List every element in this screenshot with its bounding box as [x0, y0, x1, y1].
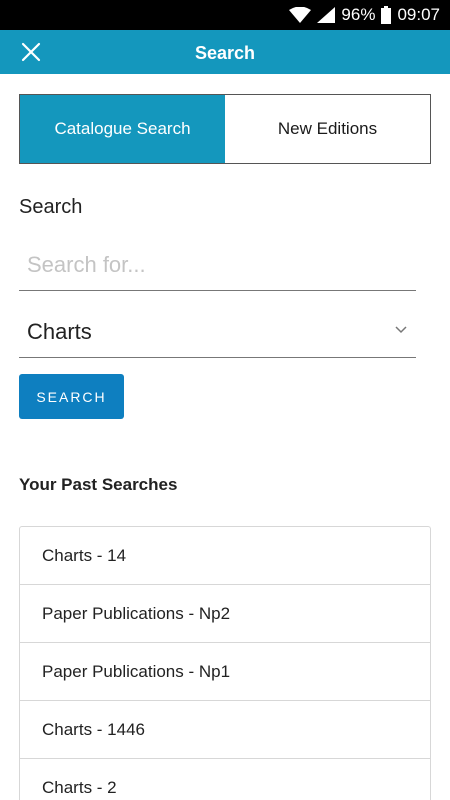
list-item[interactable]: Charts - 1446	[20, 701, 430, 759]
list-item[interactable]: Charts - 14	[20, 527, 430, 585]
wifi-icon	[289, 7, 312, 23]
past-searches-title: Your Past Searches	[19, 475, 178, 494]
category-select[interactable]: Charts	[19, 305, 416, 358]
tab-catalogue-search[interactable]: Catalogue Search	[20, 95, 225, 163]
past-searches-list: Charts - 14 Paper Publications - Np2 Pap…	[19, 526, 431, 800]
status-bar: 96% 09:07	[0, 0, 450, 30]
chevron-down-icon	[394, 322, 408, 334]
search-label: Search	[19, 196, 83, 218]
search-mode-tabs: Catalogue Search New Editions	[19, 94, 431, 164]
app-bar: Search	[0, 30, 450, 74]
signal-icon	[317, 7, 336, 23]
search-button[interactable]: SEARCH	[19, 374, 124, 419]
list-item[interactable]: Paper Publications - Np2	[20, 585, 430, 643]
battery-icon	[381, 6, 392, 24]
battery-level: 96%	[341, 5, 376, 24]
list-item[interactable]: Charts - 2	[20, 759, 430, 800]
page-title: Search	[194, 43, 256, 63]
list-item[interactable]: Paper Publications - Np1	[20, 643, 430, 701]
search-input[interactable]	[19, 240, 416, 291]
tab-new-editions[interactable]: New Editions	[225, 95, 430, 163]
status-icons: 96% 09:07	[289, 0, 440, 30]
clock: 09:07	[397, 5, 440, 24]
category-select-value: Charts	[27, 319, 92, 344]
